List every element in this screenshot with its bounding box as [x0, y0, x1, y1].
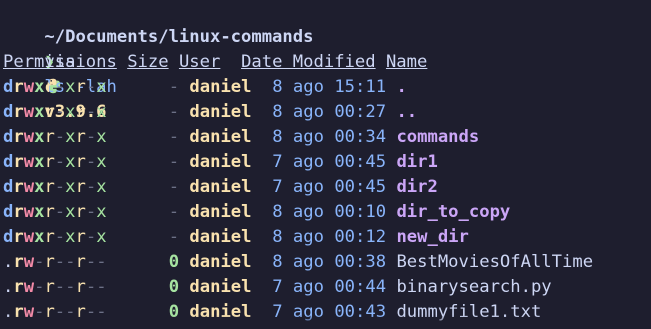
date-month: ago: [292, 152, 324, 172]
header-name: Name: [385, 52, 428, 72]
file-size: -: [168, 152, 180, 172]
date-day: 8: [272, 202, 283, 222]
header-user: User: [178, 52, 221, 72]
owner-user: daniel: [189, 152, 252, 172]
file-name: dir2: [396, 177, 438, 197]
file-name: commands: [396, 127, 480, 147]
file-size: -: [168, 102, 180, 122]
permissions: .rw-r--r--: [3, 277, 107, 297]
header-permissions: Permissions: [3, 52, 117, 72]
date-day: 7: [272, 277, 283, 297]
permissions: drwxr-xr-x: [3, 127, 107, 147]
header-size: Size: [127, 52, 169, 72]
owner-user: daniel: [189, 177, 252, 197]
file-size: -: [168, 177, 180, 197]
date-month: ago: [292, 202, 324, 222]
file-name: ..: [396, 102, 418, 122]
owner-user: daniel: [189, 227, 252, 247]
list-item: drwxr-xr-x - daniel 8 ago 00:10 dir_to_c…: [0, 200, 651, 225]
date-time: 00:45: [334, 177, 387, 197]
permissions: drwxr-xr-x: [3, 202, 107, 222]
permissions: drwxr-xr-x: [3, 177, 107, 197]
date-time: 00:34: [334, 127, 387, 147]
date-day: 8: [272, 102, 283, 122]
file-size: -: [168, 127, 180, 147]
list-item: drwxr-xr-x - daniel 8 ago 00:27 ..: [0, 100, 651, 125]
date-day: 8: [272, 127, 283, 147]
date-time: 00:10: [334, 202, 387, 222]
list-item: drwxr-xr-x - daniel 7 ago 00:45 dir2: [0, 175, 651, 200]
list-item: .rw-r--r-- 0 daniel 7 ago 00:44 binaryse…: [0, 275, 651, 300]
date-month: ago: [292, 127, 324, 147]
date-time: 00:27: [334, 102, 387, 122]
date-month: ago: [292, 227, 324, 247]
date-day: 7: [272, 177, 283, 197]
file-name: binarysearch.py: [396, 277, 552, 297]
date-month: ago: [292, 102, 324, 122]
file-size: -: [168, 202, 180, 222]
date-time: 00:44: [334, 277, 387, 297]
file-name: dir1: [396, 152, 438, 172]
date-month: ago: [292, 252, 324, 272]
file-size: 0: [168, 252, 180, 272]
permissions: drwxr-xr-x: [3, 152, 107, 172]
list-item: .rw-r--r-- 0 daniel 8 ago 00:38 BestMovi…: [0, 250, 651, 275]
list-item: drwxr-xr-x - daniel 7 ago 00:45 dir1: [0, 150, 651, 175]
date-month: ago: [292, 177, 324, 197]
header-date-modified: Date Modified: [241, 52, 376, 72]
bottom-fade: [0, 315, 651, 329]
date-month: ago: [292, 277, 324, 297]
terminal-window[interactable]: ~/Documents/linux-commands via v3.9.6 ❯ …: [0, 0, 651, 329]
date-month: ago: [292, 77, 324, 97]
list-item: drwxr-xr-x - daniel 8 ago 00:12 new_dir: [0, 225, 651, 250]
permissions: drwxr-xr-x: [3, 227, 107, 247]
owner-user: daniel: [189, 277, 252, 297]
file-name: BestMoviesOfAllTime: [396, 252, 594, 272]
permissions: .rw-r--r--: [3, 252, 107, 272]
file-name: new_dir: [396, 227, 469, 247]
permissions: drwxr-xr-x: [3, 102, 107, 122]
owner-user: daniel: [189, 252, 252, 272]
file-listing: drwxr-xr-x - daniel 8 ago 15:11 . drwxr-x…: [0, 75, 651, 325]
date-time: 00:38: [334, 252, 387, 272]
owner-user: daniel: [189, 127, 252, 147]
date-day: 8: [272, 77, 283, 97]
date-day: 8: [272, 252, 283, 272]
permissions: drwxr-xr-x: [3, 77, 107, 97]
list-item: drwxr-xr-x - daniel 8 ago 00:34 commands: [0, 125, 651, 150]
file-size: -: [168, 77, 180, 97]
date-time: 00:12: [334, 227, 387, 247]
date-time: 00:45: [334, 152, 387, 172]
date-time: 15:11: [334, 77, 387, 97]
current-path: ~/Documents/linux-commands: [44, 27, 314, 47]
owner-user: daniel: [189, 102, 252, 122]
file-name: .: [396, 77, 407, 97]
file-name: dir_to_copy: [396, 202, 511, 222]
file-size: 0: [168, 277, 180, 297]
owner-user: daniel: [189, 77, 252, 97]
list-item: drwxr-xr-x - daniel 8 ago 15:11 .: [0, 75, 651, 100]
prompt-line: ~/Documents/linux-commands via v3.9.6: [0, 0, 651, 122]
owner-user: daniel: [189, 202, 252, 222]
file-size: -: [168, 227, 180, 247]
date-day: 8: [272, 227, 283, 247]
date-day: 7: [272, 152, 283, 172]
listing-header: Permissions Size User Date Modified Name: [0, 50, 651, 75]
